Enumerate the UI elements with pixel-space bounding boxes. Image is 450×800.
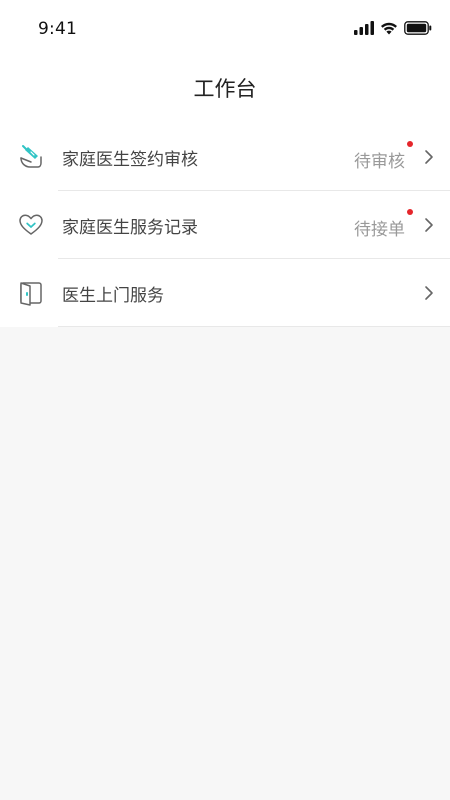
menu-item-label: 家庭医生服务记录 [62,218,198,238]
menu-item-family-doctor-service-records[interactable]: 家庭医生服务记录 待接单 [0,191,450,259]
divider [58,326,450,327]
chevron-right-icon [425,150,433,164]
status-time: 9:41 [38,19,77,39]
status-bar: 9:41 [0,0,450,60]
chevron-right-icon [425,286,433,300]
chevron-right-icon [425,218,433,232]
battery-icon [404,21,432,35]
menu-item-label: 家庭医生签约审核 [62,150,198,170]
signal-icon [354,21,374,35]
door-icon [20,282,42,306]
notification-dot [407,209,413,215]
status-icons [354,19,432,37]
notification-dot [407,141,413,147]
status-badge: 待审核 [354,152,405,172]
menu-list: 家庭医生签约审核 待审核 家庭医生服务记录 待接单 医生上门服务 [0,123,450,327]
wifi-icon [381,22,397,35]
status-badge: 待接单 [354,220,405,240]
top-panel: 9:41 工作台 家庭医生签约审核 待审核 家庭医生服务记录 待接单 医生上门服… [0,0,450,327]
menu-item-doctor-home-visit[interactable]: 医生上门服务 [0,259,450,327]
menu-item-label: 医生上门服务 [62,286,164,306]
menu-item-family-doctor-signing-review[interactable]: 家庭医生签约审核 待审核 [0,123,450,191]
heart-icon [19,214,43,235]
signing-icon [20,145,42,168]
page-title: 工作台 [193,77,257,101]
